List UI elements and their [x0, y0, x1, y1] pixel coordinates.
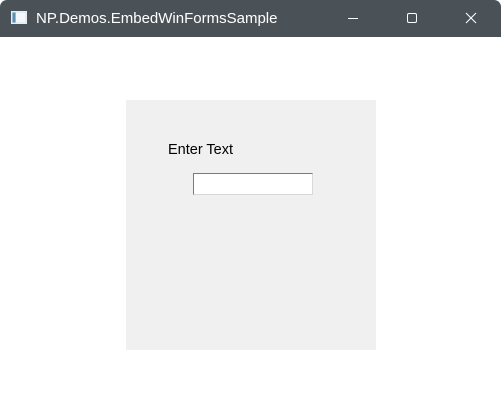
- embedded-winforms-panel: Enter Text: [126, 100, 376, 350]
- close-icon: [465, 12, 477, 24]
- enter-text-label: Enter Text: [168, 142, 234, 158]
- close-button[interactable]: [448, 0, 494, 37]
- maximize-button[interactable]: [389, 0, 435, 37]
- minimize-button[interactable]: [330, 0, 376, 37]
- window-title: NP.Demos.EmbedWinFormsSample: [36, 10, 278, 27]
- app-window: NP.Demos.EmbedWinFormsSample Enter Text: [0, 0, 501, 413]
- window-content: Enter Text: [0, 37, 501, 413]
- text-input[interactable]: [193, 173, 313, 195]
- title-bar[interactable]: NP.Demos.EmbedWinFormsSample: [0, 0, 501, 37]
- maximize-icon: [407, 13, 417, 23]
- minimize-icon: [348, 18, 358, 19]
- window-app-icon: [11, 11, 27, 24]
